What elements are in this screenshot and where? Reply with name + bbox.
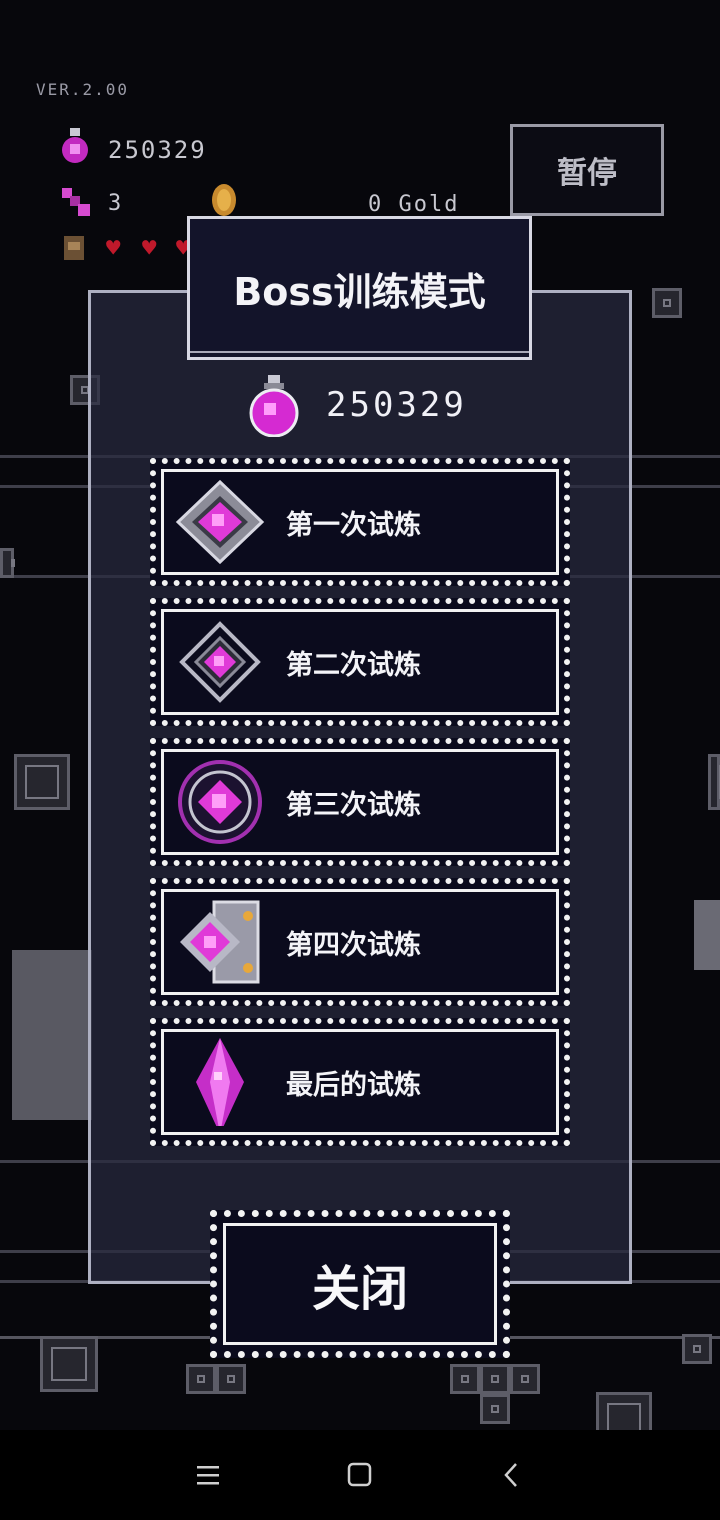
bg-stone-block: [480, 1364, 510, 1394]
pause-button[interactable]: 暂停: [510, 124, 664, 216]
bg-stone-block: [40, 1336, 98, 1392]
potion-flask-icon: [249, 375, 299, 437]
trial-3-button[interactable]: 第三次试炼: [150, 738, 570, 866]
close-button[interactable]: 关闭: [210, 1210, 510, 1358]
bg-stone-block: [480, 1394, 510, 1424]
potion-count: 250329: [108, 136, 207, 164]
dialog-title: Boss训练模式: [187, 216, 532, 360]
home-square-icon[interactable]: [315, 1430, 405, 1520]
trial-1-label: 第一次试炼: [286, 509, 421, 541]
back-chevron-icon[interactable]: [466, 1430, 556, 1520]
version-label: VER.2.00: [36, 80, 130, 99]
bg-stone-block: [450, 1364, 480, 1394]
character-portrait-icon: [64, 236, 84, 260]
scroll-gem-emblem-icon: [180, 900, 260, 984]
bg-statue: [694, 900, 720, 970]
trial-2-label: 第二次试炼: [286, 649, 421, 681]
trial-1-button[interactable]: 第一次试炼: [150, 458, 570, 586]
bg-ruin-pillar: [12, 950, 92, 1120]
bg-stone-block: [708, 754, 720, 810]
bg-stone-block: [682, 1334, 712, 1364]
bg-stone-block: [0, 548, 15, 578]
system-navbar: [0, 1430, 720, 1520]
bg-stone-block: [186, 1364, 216, 1394]
trial-3-label: 第三次试炼: [286, 789, 421, 821]
bg-stone-block: [510, 1364, 540, 1394]
trial-4-label: 第四次试炼: [286, 929, 421, 961]
key-icon: [62, 188, 90, 216]
trial-4-button[interactable]: 第四次试炼: [150, 878, 570, 1006]
heart-icon: ♥: [106, 234, 121, 262]
currency-amount: 250329: [326, 385, 467, 425]
circle-gem-emblem-icon: [178, 760, 262, 844]
potion-icon: [62, 128, 88, 163]
gold-coin-icon: [212, 184, 236, 216]
gold-count: 0 Gold: [368, 192, 460, 217]
menu-icon[interactable]: [165, 1430, 255, 1520]
final-trial-label: 最后的试炼: [286, 1069, 421, 1101]
final-trial-button[interactable]: 最后的试炼: [150, 1018, 570, 1146]
currency-display: 250329: [246, 372, 506, 438]
square-gem-emblem-icon: [175, 479, 265, 565]
key-count: 3: [108, 191, 124, 216]
bg-stone-block: [14, 754, 70, 810]
trial-2-button[interactable]: 第二次试炼: [150, 598, 570, 726]
heart-icon: ♥: [142, 234, 157, 262]
crystal-shard-icon: [196, 1038, 244, 1126]
bg-stone-block: [216, 1364, 246, 1394]
bg-stone-block: [652, 288, 682, 318]
diamond-gem-emblem-icon: [179, 621, 261, 703]
